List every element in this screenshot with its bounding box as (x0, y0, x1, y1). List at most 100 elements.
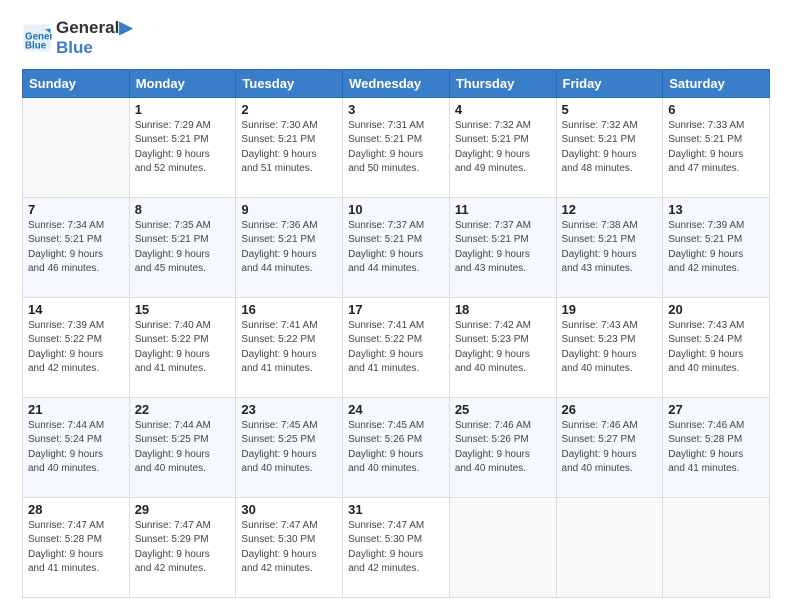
calendar-cell: 26Sunrise: 7:46 AMSunset: 5:27 PMDayligh… (556, 397, 663, 497)
day-info: Sunrise: 7:45 AMSunset: 5:25 PMDaylight:… (241, 419, 337, 477)
day-number: 11 (455, 202, 551, 217)
calendar-cell: 23 Sunrise: 7:45 AMSunset: 5:25 PMDayligh… (236, 397, 343, 497)
calendar-cell: 6 Sunrise: 7:33 AMSunset: 5:21 PMDaylight… (663, 97, 770, 197)
day-info: Sunrise: 7:33 AMSunset: 5:21 PMDaylight:… (668, 119, 764, 177)
day-number: 20 (668, 302, 764, 317)
day-number: 4 (455, 102, 551, 117)
calendar-cell: 24Sunrise: 7:45 AMSunset: 5:26 PMDayligh… (343, 397, 450, 497)
calendar-cell: 30 Sunrise: 7:47 AMSunset: 5:30 PMDayligh… (236, 497, 343, 597)
calendar-cell: 1 Sunrise: 7:29 AMSunset: 5:21 PMDaylight… (129, 97, 236, 197)
calendar-cell: 9 Sunrise: 7:36 AMSunset: 5:21 PMDaylight… (236, 197, 343, 297)
header: General Blue General▶ Blue (22, 18, 770, 59)
day-number: 31 (348, 502, 444, 517)
day-info: Sunrise: 7:44 AMSunset: 5:24 PMDaylight:… (28, 419, 124, 477)
calendar-header-tuesday: Tuesday (236, 69, 343, 97)
day-number: 26 (562, 402, 658, 417)
day-number: 27 (668, 402, 764, 417)
calendar-cell: 15 Sunrise: 7:40 AMSunset: 5:22 PMDayligh… (129, 297, 236, 397)
calendar-header-thursday: Thursday (449, 69, 556, 97)
day-info: Sunrise: 7:41 AMSunset: 5:22 PMDaylight:… (348, 319, 444, 377)
calendar-cell: 10Sunrise: 7:37 AMSunset: 5:21 PMDayligh… (343, 197, 450, 297)
day-info: Sunrise: 7:44 AMSunset: 5:25 PMDaylight:… (135, 419, 231, 477)
day-number: 1 (135, 102, 231, 117)
calendar-cell: 22Sunrise: 7:44 AMSunset: 5:25 PMDayligh… (129, 397, 236, 497)
day-info: Sunrise: 7:47 AMSunset: 5:29 PMDaylight:… (135, 519, 231, 577)
day-number: 23 (241, 402, 337, 417)
day-info: Sunrise: 7:39 AMSunset: 5:22 PMDaylight:… (28, 319, 124, 377)
day-info: Sunrise: 7:39 AMSunset: 5:21 PMDaylight:… (668, 219, 764, 277)
day-number: 12 (562, 202, 658, 217)
calendar-cell: 18Sunrise: 7:42 AMSunset: 5:23 PMDayligh… (449, 297, 556, 397)
day-number: 7 (28, 202, 124, 217)
day-number: 3 (348, 102, 444, 117)
day-number: 5 (562, 102, 658, 117)
day-info: Sunrise: 7:46 AMSunset: 5:28 PMDaylight:… (668, 419, 764, 477)
day-info: Sunrise: 7:41 AMSunset: 5:22 PMDaylight:… (241, 319, 337, 377)
day-number: 2 (241, 102, 337, 117)
day-number: 28 (28, 502, 124, 517)
calendar-cell: 19 Sunrise: 7:43 AMSunset: 5:23 PMDayligh… (556, 297, 663, 397)
day-info: Sunrise: 7:43 AMSunset: 5:24 PMDaylight:… (668, 319, 764, 377)
calendar-week-4: 28 Sunrise: 7:47 AMSunset: 5:28 PMDayligh… (23, 497, 770, 597)
calendar-cell: 17 Sunrise: 7:41 AMSunset: 5:22 PMDayligh… (343, 297, 450, 397)
day-number: 13 (668, 202, 764, 217)
calendar-week-0: 1 Sunrise: 7:29 AMSunset: 5:21 PMDaylight… (23, 97, 770, 197)
day-info: Sunrise: 7:35 AMSunset: 5:21 PMDaylight:… (135, 219, 231, 277)
day-info: Sunrise: 7:31 AMSunset: 5:21 PMDaylight:… (348, 119, 444, 177)
day-info: Sunrise: 7:47 AMSunset: 5:30 PMDaylight:… (241, 519, 337, 577)
day-number: 14 (28, 302, 124, 317)
day-info: Sunrise: 7:37 AMSunset: 5:21 PMDaylight:… (348, 219, 444, 277)
svg-text:Blue: Blue (25, 41, 47, 52)
day-info: Sunrise: 7:30 AMSunset: 5:21 PMDaylight:… (241, 119, 337, 177)
calendar-cell: 12 Sunrise: 7:38 AMSunset: 5:21 PMDayligh… (556, 197, 663, 297)
day-number: 15 (135, 302, 231, 317)
calendar-cell: 21 Sunrise: 7:44 AMSunset: 5:24 PMDayligh… (23, 397, 130, 497)
calendar-cell: 29 Sunrise: 7:47 AMSunset: 5:29 PMDayligh… (129, 497, 236, 597)
day-info: Sunrise: 7:32 AMSunset: 5:21 PMDaylight:… (562, 119, 658, 177)
day-info: Sunrise: 7:40 AMSunset: 5:22 PMDaylight:… (135, 319, 231, 377)
calendar-week-3: 21 Sunrise: 7:44 AMSunset: 5:24 PMDayligh… (23, 397, 770, 497)
calendar-cell: 2 Sunrise: 7:30 AMSunset: 5:21 PMDaylight… (236, 97, 343, 197)
calendar-header-saturday: Saturday (663, 69, 770, 97)
calendar-cell: 20 Sunrise: 7:43 AMSunset: 5:24 PMDayligh… (663, 297, 770, 397)
day-info: Sunrise: 7:45 AMSunset: 5:26 PMDaylight:… (348, 419, 444, 477)
calendar-cell (663, 497, 770, 597)
day-info: Sunrise: 7:47 AMSunset: 5:30 PMDaylight:… (348, 519, 444, 577)
calendar-week-1: 7 Sunrise: 7:34 AMSunset: 5:21 PMDaylight… (23, 197, 770, 297)
day-number: 19 (562, 302, 658, 317)
calendar-cell (449, 497, 556, 597)
calendar-cell (23, 97, 130, 197)
calendar-cell: 16 Sunrise: 7:41 AMSunset: 5:22 PMDayligh… (236, 297, 343, 397)
calendar-cell: 11 Sunrise: 7:37 AMSunset: 5:21 PMDayligh… (449, 197, 556, 297)
day-info: Sunrise: 7:37 AMSunset: 5:21 PMDaylight:… (455, 219, 551, 277)
day-number: 17 (348, 302, 444, 317)
calendar-cell: 14 Sunrise: 7:39 AMSunset: 5:22 PMDayligh… (23, 297, 130, 397)
calendar-cell: 27 Sunrise: 7:46 AMSunset: 5:28 PMDayligh… (663, 397, 770, 497)
day-info: Sunrise: 7:29 AMSunset: 5:21 PMDaylight:… (135, 119, 231, 177)
calendar-header-monday: Monday (129, 69, 236, 97)
logo: General Blue General▶ Blue (22, 18, 132, 59)
day-info: Sunrise: 7:36 AMSunset: 5:21 PMDaylight:… (241, 219, 337, 277)
day-info: Sunrise: 7:38 AMSunset: 5:21 PMDaylight:… (562, 219, 658, 277)
day-number: 29 (135, 502, 231, 517)
day-number: 6 (668, 102, 764, 117)
day-number: 30 (241, 502, 337, 517)
calendar-cell: 4Sunrise: 7:32 AMSunset: 5:21 PMDaylight… (449, 97, 556, 197)
day-number: 21 (28, 402, 124, 417)
calendar-cell: 31 Sunrise: 7:47 AMSunset: 5:30 PMDayligh… (343, 497, 450, 597)
logo-icon: General Blue (22, 23, 52, 53)
day-info: Sunrise: 7:34 AMSunset: 5:21 PMDaylight:… (28, 219, 124, 277)
calendar-cell: 13 Sunrise: 7:39 AMSunset: 5:21 PMDayligh… (663, 197, 770, 297)
day-number: 9 (241, 202, 337, 217)
day-number: 25 (455, 402, 551, 417)
calendar-cell: 5 Sunrise: 7:32 AMSunset: 5:21 PMDaylight… (556, 97, 663, 197)
calendar-header-wednesday: Wednesday (343, 69, 450, 97)
calendar-table: SundayMondayTuesdayWednesdayThursdayFrid… (22, 69, 770, 598)
calendar-header-sunday: Sunday (23, 69, 130, 97)
day-info: Sunrise: 7:47 AMSunset: 5:28 PMDaylight:… (28, 519, 124, 577)
day-number: 16 (241, 302, 337, 317)
calendar-header-row: SundayMondayTuesdayWednesdayThursdayFrid… (23, 69, 770, 97)
page: General Blue General▶ Blue SundayMondayT… (0, 0, 792, 612)
day-info: Sunrise: 7:43 AMSunset: 5:23 PMDaylight:… (562, 319, 658, 377)
logo-line2: Blue (56, 38, 132, 58)
